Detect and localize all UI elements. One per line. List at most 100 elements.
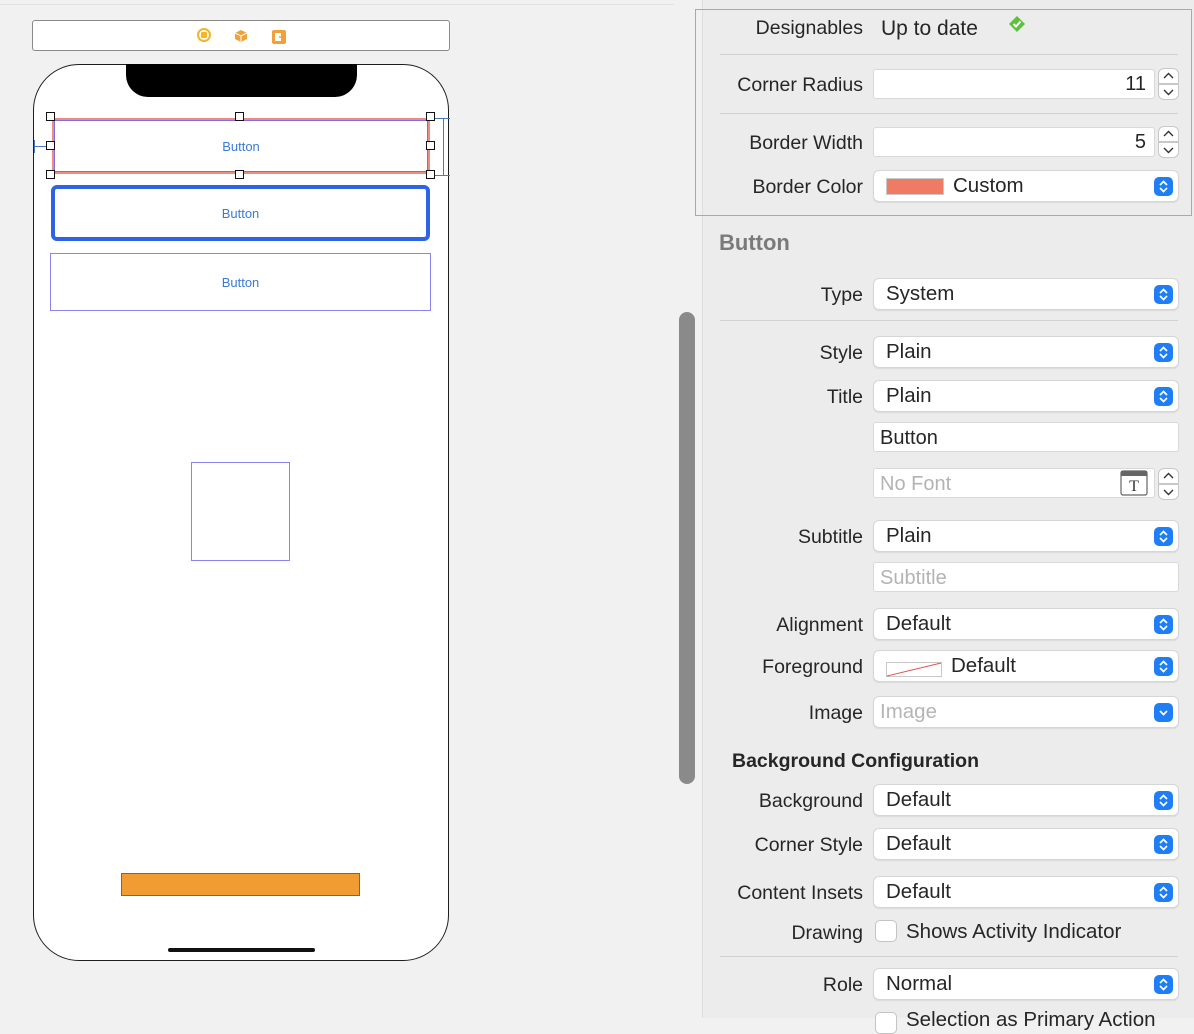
chevron-down-icon (1154, 703, 1173, 722)
leading-constraint (34, 146, 46, 147)
alignment-popup[interactable]: Default (873, 608, 1179, 640)
title-text-field[interactable]: Button (873, 422, 1179, 452)
subtitle-popup[interactable]: Plain (873, 520, 1179, 552)
third-button[interactable]: Button (50, 253, 431, 311)
style-popup[interactable]: Plain (873, 336, 1179, 368)
role-value: Normal (886, 972, 953, 995)
font-size-stepper[interactable] (1158, 468, 1179, 500)
image-placeholder: Image (880, 700, 937, 723)
type-popup[interactable]: System (873, 278, 1179, 310)
resize-handle[interactable] (426, 112, 435, 121)
border-color-popup[interactable]: Custom (873, 170, 1179, 202)
corner-radius-field[interactable]: 11 (873, 69, 1155, 99)
square-view[interactable] (191, 462, 290, 561)
title-popup[interactable]: Plain (873, 380, 1179, 412)
title-value: Plain (886, 384, 932, 407)
corner-style-popup[interactable]: Default (873, 828, 1179, 860)
corner-style-value: Default (886, 832, 951, 855)
separator (720, 54, 1178, 55)
background-popup[interactable]: Default (873, 784, 1179, 816)
svg-text:T: T (1129, 478, 1139, 495)
resize-handle[interactable] (426, 170, 435, 179)
first-responder-icon[interactable] (234, 29, 248, 43)
subtitle-label: Subtitle (797, 526, 863, 548)
chevron-updown-icon (1154, 835, 1173, 854)
type-label: Type (820, 284, 863, 306)
scene-dock[interactable] (32, 20, 450, 51)
role-label: Role (822, 974, 863, 996)
canvas-divider (0, 4, 674, 5)
background-label: Background (758, 790, 863, 812)
resize-handle[interactable] (235, 112, 244, 121)
selection-primary-action-checkbox[interactable] (875, 1012, 897, 1034)
leading-constraint-cap (34, 140, 35, 153)
role-popup[interactable]: Normal (873, 968, 1179, 1000)
content-insets-label: Content Insets (737, 882, 863, 904)
type-value: System (886, 282, 955, 305)
alignment-label: Alignment (776, 614, 863, 636)
content-insets-value: Default (886, 880, 951, 903)
chevron-updown-icon (1154, 285, 1173, 304)
chevron-updown-icon (1154, 387, 1173, 406)
resize-handle[interactable] (426, 141, 435, 150)
shows-activity-indicator-label[interactable]: Shows Activity Indicator (906, 920, 1121, 944)
background-configuration-heading: Background Configuration (732, 750, 979, 772)
view-controller-icon[interactable] (197, 28, 211, 42)
selected-button[interactable]: Button (52, 118, 430, 174)
designables-value: Up to date (881, 17, 978, 40)
orange-bar-view[interactable] (121, 873, 360, 896)
separator (720, 956, 1178, 957)
content-insets-popup[interactable]: Default (873, 876, 1179, 908)
foreground-label: Foreground (762, 656, 863, 678)
canvas-scrollbar[interactable] (679, 312, 695, 784)
border-width-label: Border Width (749, 132, 863, 154)
foreground-value: Default (951, 654, 1016, 677)
corner-radius-label: Corner Radius (737, 74, 863, 96)
separator (720, 320, 1178, 321)
resize-handle[interactable] (235, 170, 244, 179)
border-width-stepper[interactable] (1158, 126, 1179, 158)
chevron-updown-icon (1154, 657, 1173, 676)
no-color-swatch (886, 659, 942, 677)
chevron-updown-icon (1154, 883, 1173, 902)
title-label: Title (826, 386, 863, 408)
resize-handle[interactable] (46, 112, 55, 121)
background-value: Default (886, 788, 951, 811)
border-width-field[interactable]: 5 (873, 127, 1155, 157)
chevron-updown-icon (1154, 791, 1173, 810)
separator (720, 113, 1178, 114)
home-indicator (168, 948, 315, 952)
alignment-value: Default (886, 612, 951, 635)
corner-radius-stepper[interactable] (1158, 68, 1179, 100)
subtitle-text-field[interactable]: Subtitle (873, 562, 1179, 592)
selection-primary-action-label[interactable]: Selection as Primary Action (906, 1008, 1156, 1032)
chevron-updown-icon (1154, 615, 1173, 634)
chevron-updown-icon (1154, 343, 1173, 362)
foreground-popup[interactable]: Default (873, 650, 1179, 682)
border-color-label: Border Color (752, 176, 863, 198)
button-section-title: Button (719, 230, 790, 255)
drawing-label: Drawing (791, 922, 863, 944)
height-constraint (443, 118, 444, 176)
resize-handle[interactable] (46, 170, 55, 179)
resize-handle[interactable] (46, 141, 55, 150)
chevron-updown-icon (1154, 975, 1173, 994)
corner-style-label: Corner Style (754, 834, 863, 856)
image-combo[interactable]: Image (873, 696, 1179, 728)
chevron-updown-icon (1154, 177, 1173, 196)
second-button[interactable]: Button (51, 185, 430, 241)
subtitle-value: Plain (886, 524, 932, 547)
color-swatch (886, 177, 944, 195)
style-label: Style (819, 342, 863, 364)
style-value: Plain (886, 340, 932, 363)
shows-activity-indicator-checkbox[interactable] (875, 920, 897, 942)
font-field[interactable]: No Font (873, 468, 1155, 498)
designables-label: Designables (755, 17, 863, 39)
image-label: Image (808, 702, 863, 724)
checkmark-icon (1008, 15, 1026, 38)
font-picker-icon[interactable]: T (1120, 470, 1148, 501)
exit-icon[interactable] (271, 29, 287, 44)
chevron-updown-icon (1154, 527, 1173, 546)
border-color-value: Custom (953, 174, 1024, 197)
device-notch (126, 64, 357, 97)
